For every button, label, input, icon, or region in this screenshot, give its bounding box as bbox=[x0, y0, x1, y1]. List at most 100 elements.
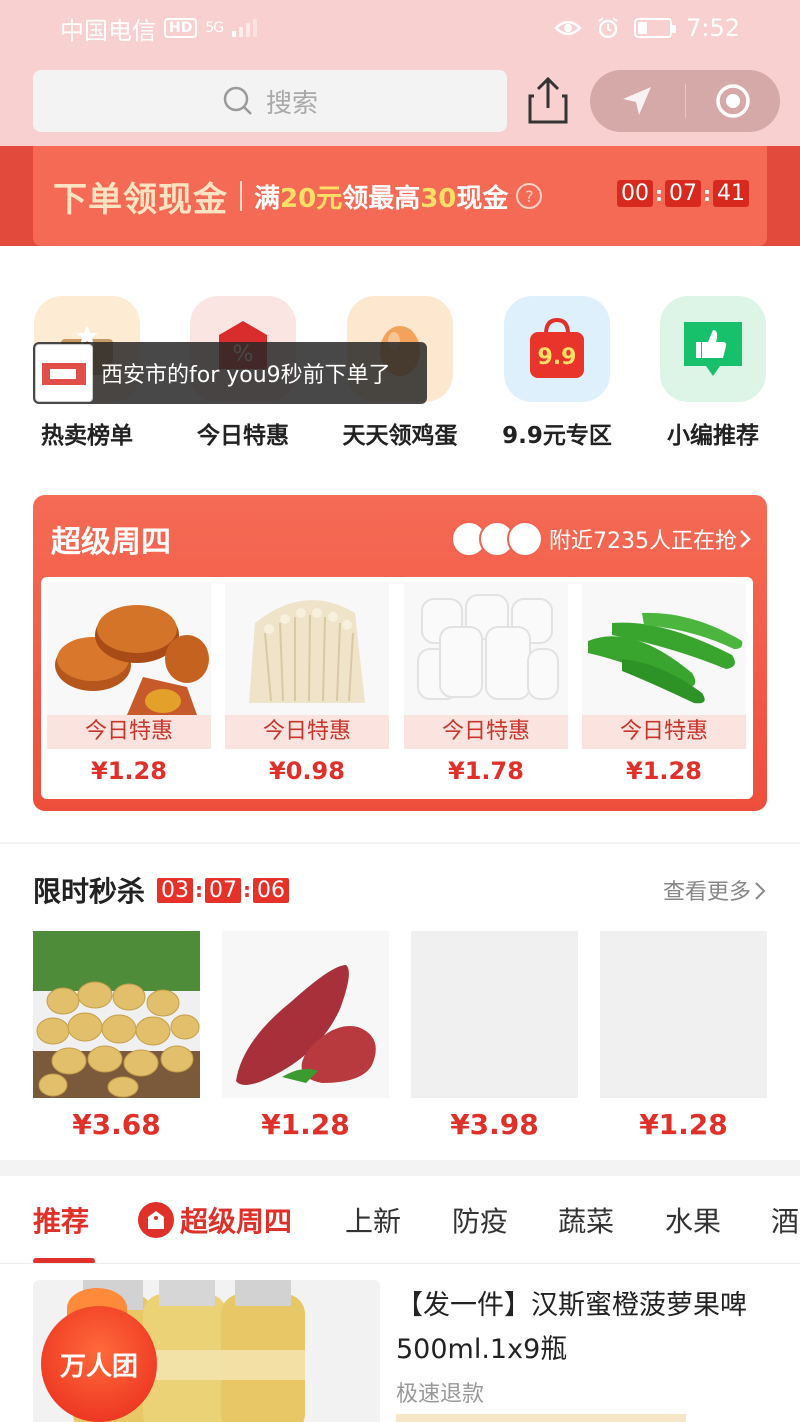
sweet-potatoes-image bbox=[222, 931, 389, 1098]
product-price: ¥3.68 bbox=[72, 1108, 161, 1141]
deal-tag: 今日特惠 bbox=[47, 715, 211, 749]
shopping-bag-icon: 9.9 bbox=[504, 296, 610, 402]
product-price: ¥3.98 bbox=[450, 1108, 539, 1141]
promo-divider bbox=[240, 181, 242, 211]
enoki-mushroom-image bbox=[225, 583, 389, 715]
product-price: ¥1.28 bbox=[261, 1108, 350, 1141]
product-price: ¥1.78 bbox=[448, 757, 524, 785]
super-thursday-section: 超级周四 附近7235人正在抢 今日特惠 ¥1.28 今日特惠 ¥0.98 今日… bbox=[33, 495, 767, 811]
deal-tag: 今日特惠 bbox=[404, 715, 568, 749]
product-price: ¥1.28 bbox=[639, 1108, 728, 1141]
product-card[interactable]: 今日特惠 ¥1.28 bbox=[47, 583, 211, 793]
see-more-label: 查看更多 bbox=[662, 880, 751, 905]
order-thumbnail bbox=[35, 344, 93, 402]
product-image-placeholder bbox=[600, 931, 767, 1098]
countdown-seconds: 06 bbox=[253, 877, 290, 903]
tab-label: 超级周四 bbox=[180, 1205, 293, 1238]
cash-promo-banner[interactable]: 下单领现金 满20元领最高30现金 ? 00 : 07 : 41 bbox=[33, 146, 767, 246]
price-tag-icon bbox=[138, 1202, 174, 1238]
countdown-seconds: 41 bbox=[713, 180, 749, 207]
tab-epidemic[interactable]: 防疫 bbox=[452, 1200, 508, 1240]
potatoes-image bbox=[33, 931, 200, 1098]
condition-amount-2: 30 bbox=[420, 183, 457, 214]
tab-vegetables[interactable]: 蔬菜 bbox=[558, 1200, 614, 1240]
search-icon bbox=[223, 86, 252, 115]
product-card[interactable]: 今日特惠 ¥1.28 bbox=[582, 583, 746, 793]
section-title: 超级周四 bbox=[51, 525, 171, 560]
green-peppers-image bbox=[582, 583, 746, 715]
avatar-group bbox=[451, 521, 543, 557]
category-label: 9.9元专区 bbox=[502, 423, 612, 449]
category-label: 小编推荐 bbox=[667, 423, 759, 449]
tab-recommended[interactable]: 推荐 bbox=[33, 1200, 89, 1240]
close-program-button[interactable] bbox=[686, 70, 781, 132]
tab-fruit[interactable]: 水果 bbox=[665, 1200, 721, 1240]
active-tab-indicator bbox=[33, 1258, 95, 1263]
product-title[interactable]: 【发一件】汉斯蜜橙菠萝果啤500ml.1x9瓶 bbox=[396, 1284, 766, 1372]
promo-countdown: 00 : 07 : 41 bbox=[617, 180, 749, 207]
target-circle-icon bbox=[716, 84, 750, 118]
section-gap bbox=[0, 1160, 800, 1176]
category-9-9-zone[interactable]: 9.9 9.9元专区 bbox=[487, 296, 627, 450]
battery-icon bbox=[634, 18, 677, 38]
product-card[interactable]: 今日特惠 ¥0.98 bbox=[225, 583, 389, 793]
flash-sale-countdown: 03 : 07 : 06 bbox=[157, 877, 290, 903]
top-header: 搜索 bbox=[0, 56, 800, 146]
order-notification-toast: 西安市的for you9秒前下单了 bbox=[33, 342, 427, 404]
countdown-colon: : bbox=[195, 878, 204, 902]
category-label: 热卖榜单 bbox=[41, 423, 133, 449]
tab-new[interactable]: 上新 bbox=[345, 1200, 401, 1240]
condition-amount-1: 20元 bbox=[280, 183, 343, 214]
navigation-arrow-icon bbox=[623, 87, 652, 115]
promo-condition: 满20元领最高30现金 bbox=[254, 178, 508, 215]
signal-icon bbox=[232, 19, 258, 37]
tab-alcohol[interactable]: 酒 bbox=[771, 1200, 799, 1240]
product-image-placeholder bbox=[411, 931, 578, 1098]
clock: 7:52 bbox=[686, 14, 740, 42]
nearby-text: 附近7235人正在抢 bbox=[549, 529, 737, 554]
chevron-right-icon bbox=[755, 882, 766, 900]
condition-middle: 领最高 bbox=[342, 183, 421, 214]
product-price: ¥1.28 bbox=[91, 757, 167, 785]
countdown-colon: : bbox=[655, 181, 663, 206]
steamed-buns-image bbox=[404, 583, 568, 715]
product-image[interactable]: 万人团 bbox=[33, 1280, 380, 1422]
see-more-link[interactable]: 查看更多 bbox=[663, 874, 767, 906]
category-label: 今日特惠 bbox=[197, 423, 289, 449]
flash-product-card[interactable]: ¥3.98 bbox=[411, 931, 578, 1141]
alarm-icon bbox=[598, 17, 618, 39]
deal-tag: 今日特惠 bbox=[582, 715, 746, 749]
group-buy-badge: 万人团 bbox=[41, 1306, 157, 1422]
share-icon[interactable] bbox=[526, 76, 570, 126]
network-type: 5G bbox=[205, 20, 224, 36]
flash-product-card[interactable]: ¥1.28 bbox=[600, 931, 767, 1141]
product-card[interactable]: 今日特惠 ¥1.78 bbox=[404, 583, 568, 793]
condition-suffix: 现金 bbox=[456, 183, 509, 214]
help-icon[interactable]: ? bbox=[516, 183, 543, 209]
hd-badge: HD bbox=[164, 18, 198, 38]
countdown-hours: 03 bbox=[157, 877, 194, 903]
category-tab-bar: 推荐 超级周四 上新 防疫 蔬菜 水果 酒 bbox=[0, 1176, 800, 1264]
flash-sale-title: 限时秒杀 bbox=[33, 875, 146, 908]
product-info-strip bbox=[396, 1414, 686, 1422]
mooncake-image bbox=[47, 583, 211, 715]
flash-product-card[interactable]: ¥1.28 bbox=[222, 931, 389, 1141]
product-subtitle: 极速退款 bbox=[396, 1382, 485, 1407]
search-input[interactable]: 搜索 bbox=[33, 70, 507, 132]
category-editor-picks[interactable]: 小编推荐 bbox=[643, 296, 783, 450]
toast-text: 西安市的for you9秒前下单了 bbox=[101, 363, 391, 388]
location-button[interactable] bbox=[590, 70, 685, 132]
category-label: 天天领鸡蛋 bbox=[342, 423, 458, 449]
tab-super-thursday[interactable]: 超级周四 bbox=[138, 1200, 292, 1240]
carrier-name: 中国电信 bbox=[60, 16, 156, 45]
deal-tag: 今日特惠 bbox=[225, 715, 389, 749]
eye-icon bbox=[554, 20, 582, 36]
svg-text:9.9: 9.9 bbox=[538, 345, 577, 370]
nearby-shoppers-link[interactable]: 附近7235人正在抢 bbox=[451, 521, 753, 557]
countdown-minutes: 07 bbox=[205, 877, 242, 903]
status-bar: 中国电信 HD 5G 7:52 bbox=[0, 0, 800, 56]
search-placeholder: 搜索 bbox=[265, 88, 318, 119]
flash-sale-header: 限时秒杀 03 : 07 : 06 查看更多 bbox=[33, 868, 767, 912]
countdown-colon: : bbox=[703, 181, 711, 206]
flash-product-card[interactable]: ¥3.68 bbox=[33, 931, 200, 1141]
